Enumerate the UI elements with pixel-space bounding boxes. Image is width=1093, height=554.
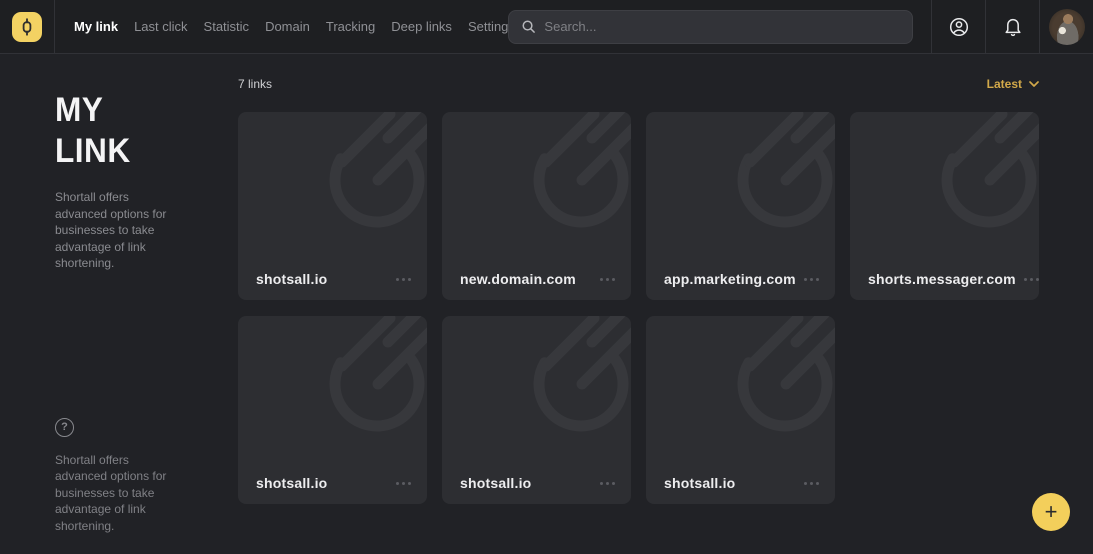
links-count: 7 links — [238, 77, 272, 91]
link-card[interactable]: app.marketing.com — [646, 112, 835, 300]
brand-logo[interactable] — [12, 12, 42, 42]
plus-icon: + — [1045, 501, 1058, 523]
card-menu-button[interactable] — [1016, 274, 1039, 285]
logo-cell — [0, 0, 55, 53]
search-icon — [521, 19, 536, 34]
sidebar-description: Shortall offers advanced options for bus… — [55, 189, 179, 272]
link-card[interactable]: shotsall.io — [442, 316, 631, 504]
card-footer: shorts.messager.com — [868, 271, 1023, 287]
search-input[interactable] — [544, 19, 900, 34]
main-nav: My link Last click Statistic Domain Trac… — [74, 13, 508, 40]
link-card[interactable]: new.domain.com — [442, 112, 631, 300]
card-menu-button[interactable] — [592, 274, 615, 285]
search-bar — [508, 10, 913, 44]
card-domain: shotsall.io — [460, 475, 531, 491]
link-card[interactable]: shotsall.io — [238, 112, 427, 300]
card-domain: new.domain.com — [460, 271, 576, 287]
question-icon: ? — [61, 421, 68, 433]
links-panel: 7 links Latest — [238, 54, 1093, 553]
nav-item-tracking[interactable]: Tracking — [326, 13, 375, 40]
top-bar: My link Last click Statistic Domain Trac… — [0, 0, 1093, 54]
links-grid: shotsall.io new.domain.com — [238, 112, 1039, 504]
nav-item-deep-links[interactable]: Deep links — [391, 13, 452, 40]
card-menu-button[interactable] — [592, 478, 615, 489]
account-icon — [948, 16, 970, 38]
card-footer: app.marketing.com — [664, 271, 819, 287]
sidebar: MY LINK Shortall offers advanced options… — [0, 54, 238, 553]
nav-item-last-click[interactable]: Last click — [134, 13, 187, 40]
link-card[interactable]: shorts.messager.com — [850, 112, 1039, 300]
sort-label: Latest — [987, 77, 1022, 91]
card-footer: shotsall.io — [256, 475, 411, 491]
bell-icon — [1003, 16, 1023, 37]
links-toolbar: 7 links Latest — [238, 76, 1039, 92]
card-menu-button[interactable] — [388, 478, 411, 489]
card-footer: shotsall.io — [256, 271, 411, 287]
avatar — [1049, 9, 1085, 45]
nav-item-setting[interactable]: Setting — [468, 13, 508, 40]
nav-item-domain[interactable]: Domain — [265, 13, 310, 40]
card-footer: new.domain.com — [460, 271, 615, 287]
card-domain: shorts.messager.com — [868, 271, 1016, 287]
link-icon — [18, 18, 36, 36]
link-card[interactable]: shotsall.io — [646, 316, 835, 504]
card-footer: shotsall.io — [664, 475, 819, 491]
notifications-button[interactable] — [985, 0, 1039, 53]
card-footer: shotsall.io — [460, 475, 615, 491]
card-menu-button[interactable] — [796, 274, 819, 285]
chevron-down-icon — [1029, 81, 1039, 87]
card-domain: shotsall.io — [664, 475, 735, 491]
sidebar-description-secondary: Shortall offers advanced options for bus… — [55, 452, 179, 535]
nav-item-my-link[interactable]: My link — [74, 13, 118, 40]
card-menu-button[interactable] — [388, 274, 411, 285]
card-domain: shotsall.io — [256, 475, 327, 491]
card-menu-button[interactable] — [796, 478, 819, 489]
card-domain: app.marketing.com — [664, 271, 796, 287]
card-domain: shotsall.io — [256, 271, 327, 287]
link-card[interactable]: shotsall.io — [238, 316, 427, 504]
help-button[interactable]: ? — [55, 418, 74, 437]
add-link-button[interactable]: + — [1032, 493, 1070, 531]
account-button[interactable] — [931, 0, 985, 53]
page-title: MY LINK — [55, 90, 225, 172]
nav-item-statistic[interactable]: Statistic — [204, 13, 250, 40]
profile-menu[interactable] — [1039, 0, 1093, 53]
sort-dropdown[interactable]: Latest — [987, 77, 1039, 91]
